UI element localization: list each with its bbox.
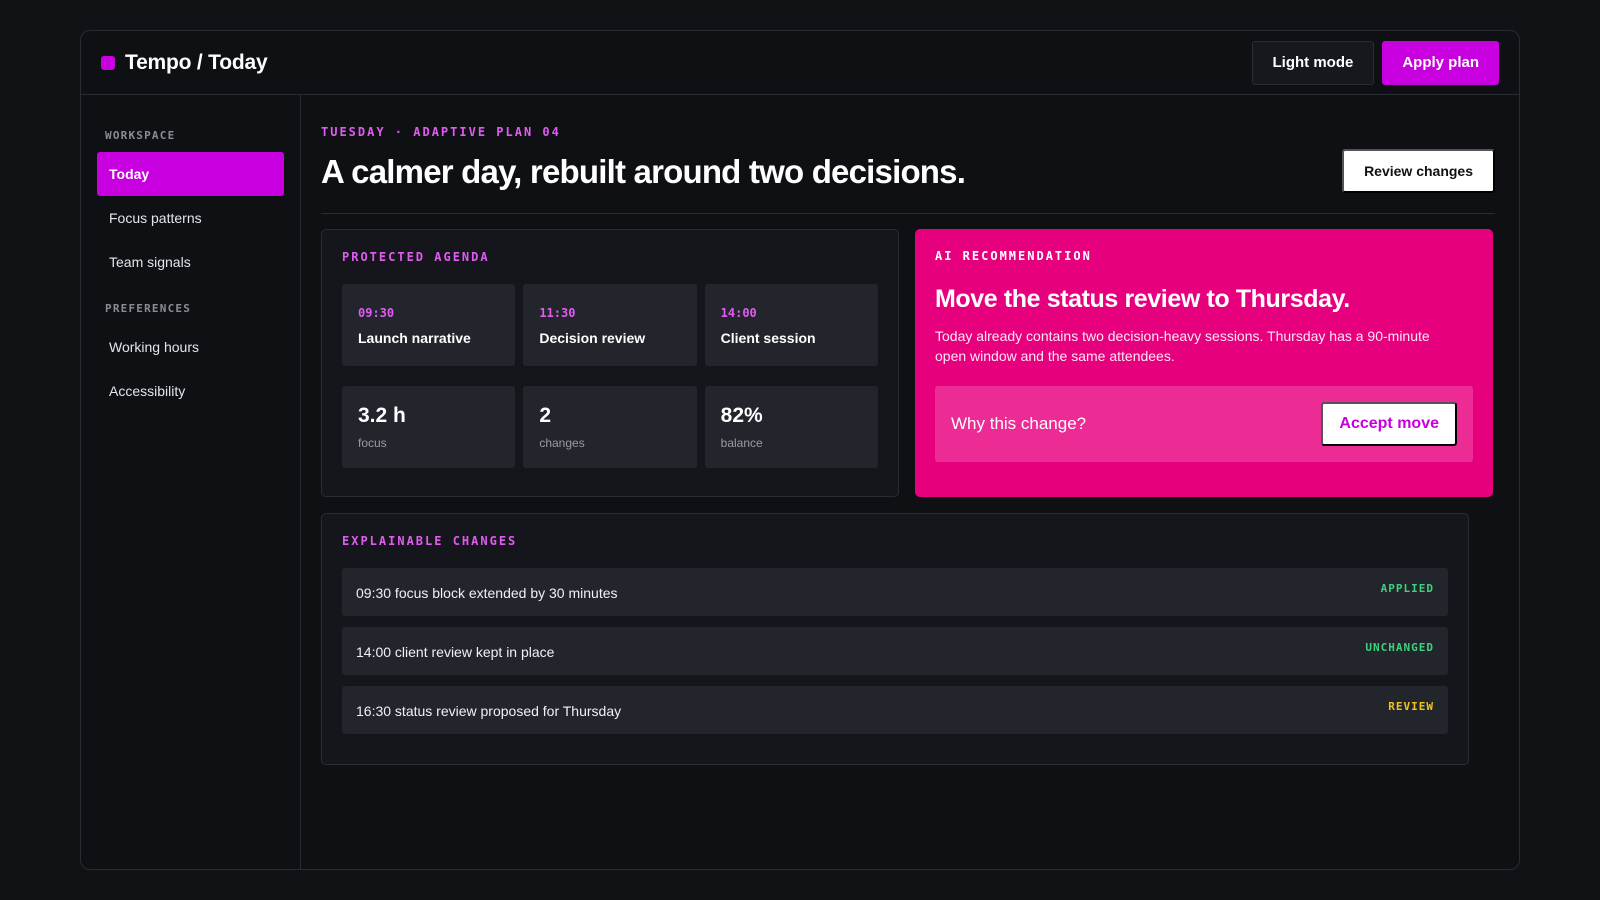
stat-unit: focus [358,436,387,450]
plan-eyebrow: TUESDAY · ADAPTIVE PLAN 04 [321,125,561,139]
stat-balance: 82% balance [704,386,878,468]
sidebar: WORKSPACE Today Focus patterns Team sign… [81,95,301,869]
change-text: 16:30 status review proposed for Thursda… [356,703,622,719]
accept-move-button[interactable]: Accept move [1321,402,1457,446]
brand-logo-icon [101,55,115,70]
changes-label: EXPLAINABLE CHANGES [342,534,518,548]
status-badge: APPLIED [1380,582,1434,595]
slot-name: Decision review [539,330,646,346]
explainable-changes-card: EXPLAINABLE CHANGES 09:30 focus block ex… [321,513,1469,765]
agenda-slot[interactable]: 11:30 Decision review [523,284,697,366]
slot-time: 11:30 [539,306,576,320]
status-badge: UNCHANGED [1365,641,1434,654]
app-window: Tempo / Today Light mode Apply plan WORK… [80,30,1520,870]
sidebar-section-workspace: WORKSPACE [105,129,176,142]
page-title: A calmer day, rebuilt around two decisio… [321,153,966,190]
stat-value: 82% [720,404,763,427]
review-changes-button[interactable]: Review changes [1342,149,1495,193]
agenda-slot[interactable]: 09:30 Launch narrative [342,284,516,366]
sidebar-item-accessibility[interactable]: Accessibility [97,369,284,413]
change-row[interactable]: 09:30 focus block extended by 30 minutes… [342,568,1448,616]
change-row[interactable]: 16:30 status review proposed for Thursda… [342,686,1448,734]
stat-changes: 2 changes [523,386,697,468]
sidebar-item-focus-patterns[interactable]: Focus patterns [97,196,284,240]
change-text: 14:00 client review kept in place [356,644,555,660]
recommendation-title: Move the status review to Thursday. [935,285,1350,313]
apply-plan-button[interactable]: Apply plan [1382,40,1499,85]
recommendation-body: Today already contains two decision-heav… [935,328,1430,364]
recommendation-action-box: Why this change? Accept move [935,386,1473,462]
top-actions: Light mode Apply plan [1251,40,1499,85]
divider [321,213,1495,214]
app-title: Tempo / Today [125,50,268,74]
slot-time: 14:00 [720,306,757,320]
stat-focus: 3.2 h focus [342,386,516,468]
agenda-stats: 3.2 h focus 2 changes 82% balance [342,386,878,468]
status-badge: REVIEW [1388,700,1434,713]
slot-name: Launch narrative [358,330,471,346]
ai-recommendation-card: AI RECOMMENDATION Move the status review… [915,229,1493,497]
sidebar-item-working-hours[interactable]: Working hours [97,325,284,369]
sidebar-item-today[interactable]: Today [97,152,284,196]
why-this-change-link[interactable]: Why this change? [951,414,1086,434]
light-mode-button[interactable]: Light mode [1251,40,1375,85]
main-content: TUESDAY · ADAPTIVE PLAN 04 A calmer day,… [321,95,1495,869]
stat-unit: balance [720,436,763,450]
slot-name: Client session [720,330,816,346]
stat-unit: changes [539,436,585,450]
agenda-slot[interactable]: 14:00 Client session [704,284,878,366]
agenda-slots: 09:30 Launch narrative 11:30 Decision re… [342,284,878,366]
protected-agenda-card: PROTECTED AGENDA 09:30 Launch narrative … [321,229,899,497]
sidebar-section-preferences: PREFERENCES [105,302,192,315]
slot-time: 09:30 [358,306,395,320]
change-text: 09:30 focus block extended by 30 minutes [356,585,618,601]
change-row[interactable]: 14:00 client review kept in place UNCHAN… [342,627,1448,675]
sidebar-item-team-signals[interactable]: Team signals [97,240,284,284]
brand: Tempo / Today [101,50,268,75]
change-list: 09:30 focus block extended by 30 minutes… [342,568,1448,734]
recommendation-label: AI RECOMMENDATION [935,249,1092,263]
stat-value: 3.2 h [358,404,406,427]
agenda-label: PROTECTED AGENDA [342,250,490,264]
stat-value: 2 [539,404,552,427]
top-bar: Tempo / Today Light mode Apply plan [81,31,1519,95]
